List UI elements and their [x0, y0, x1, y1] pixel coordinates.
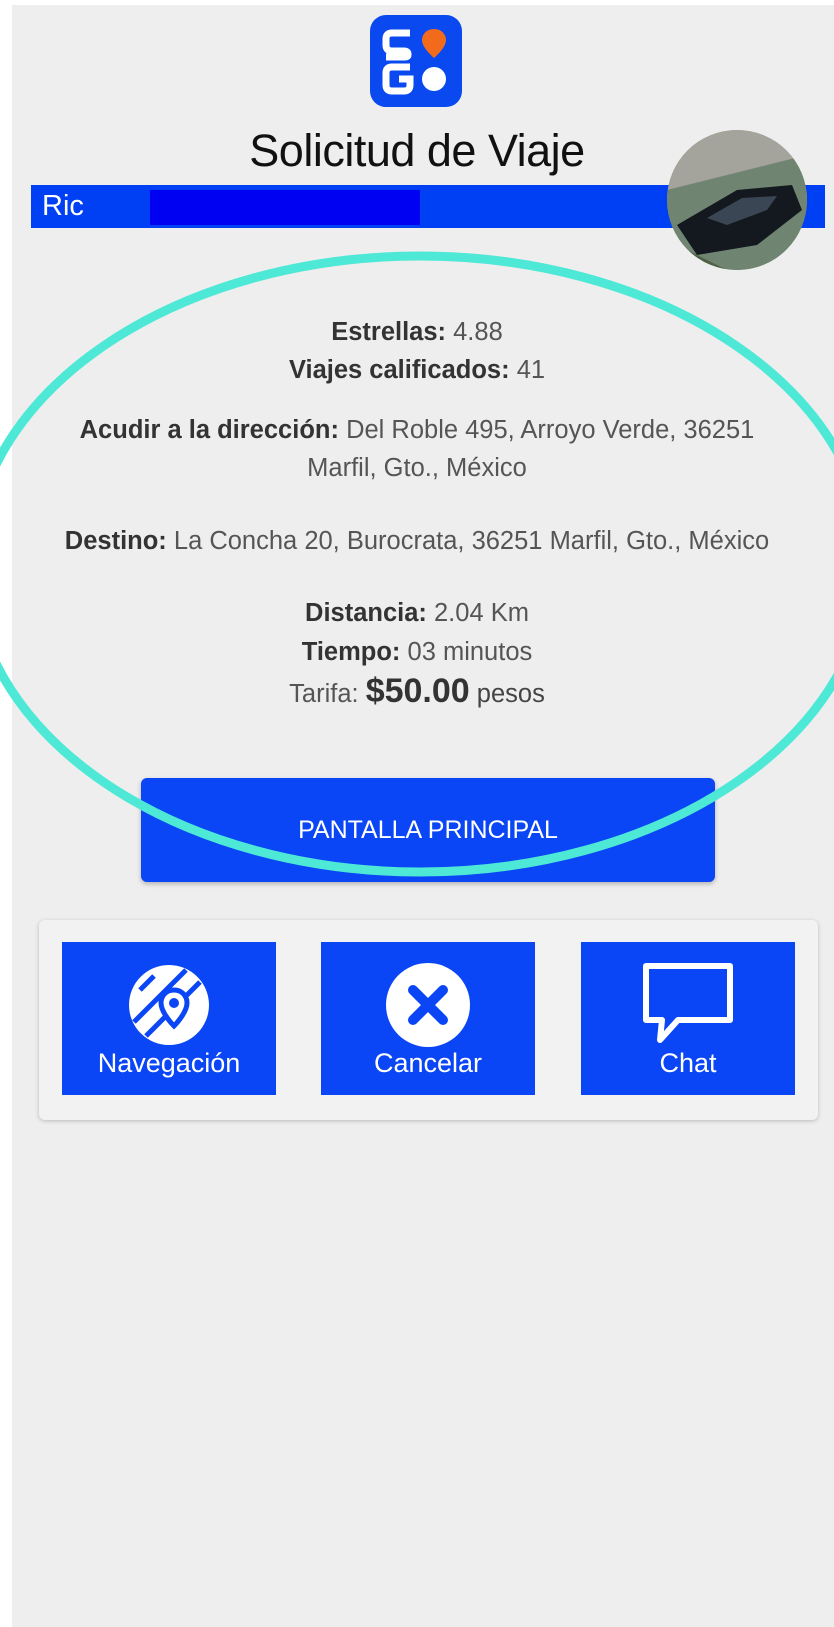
stars-row: Estrellas: 4.88 — [0, 318, 834, 347]
pickup-row: Acudir a la dirección: Del Roble 495, Ar… — [0, 416, 834, 445]
fare-label: Tarifa: — [289, 680, 359, 708]
fare-amount: $50.00 — [365, 672, 470, 710]
main-screen-button[interactable]: PANTALLA PRINCIPAL — [141, 778, 715, 882]
destination-value: La Concha 20, Burocrata, 36251 Marfil, G… — [173, 527, 770, 555]
fare-row: Tarifa: $50.00 pesos — [0, 672, 834, 711]
chat-bubble-icon — [581, 960, 795, 1046]
chat-button[interactable]: Chat — [581, 942, 795, 1095]
pickup-value-line1: Del Roble 495, Arroyo Verde, 36251 — [346, 416, 755, 444]
distance-label: Distancia: — [305, 599, 427, 627]
pickup-row-2: Marfil, Gto., México — [0, 454, 834, 483]
destination-label: Destino: — [64, 527, 167, 555]
rated-trips-row: Viajes calificados: 41 — [0, 356, 834, 385]
navigation-label: Navegación — [97, 1048, 241, 1078]
fare-unit: pesos — [476, 680, 545, 708]
time-value: 03 minutos — [407, 638, 533, 666]
driver-name: Ric — [42, 190, 84, 222]
cancel-button[interactable]: Cancelar — [321, 942, 535, 1095]
car-photo-avatar-icon — [667, 130, 807, 270]
distance-value: 2.04 Km — [434, 599, 529, 627]
map-pin-icon — [62, 960, 276, 1046]
chat-label: Chat — [659, 1048, 717, 1078]
rated-trips-label: Viajes calificados: — [288, 356, 510, 384]
stars-label: Estrellas: — [331, 318, 447, 346]
destination-row: Destino: La Concha 20, Burocrata, 36251 … — [0, 527, 834, 556]
stars-value: 4.88 — [453, 318, 503, 346]
action-panel: Navegación Cancelar Chat — [39, 920, 818, 1120]
distance-row: Distancia: 2.04 Km — [0, 599, 834, 628]
pickup-label: Acudir a la dirección: — [79, 416, 339, 444]
redacted-name-block — [150, 190, 420, 225]
driver-avatar[interactable] — [667, 130, 807, 270]
time-label: Tiempo: — [301, 638, 401, 666]
pickup-value-line2: Marfil, Gto., México — [307, 454, 527, 482]
navigation-button[interactable]: Navegación — [62, 942, 276, 1095]
time-row: Tiempo: 03 minutos — [0, 638, 834, 667]
close-icon — [321, 960, 535, 1047]
sigo-logo-icon — [382, 29, 446, 95]
sigo-logo — [370, 15, 462, 107]
rated-trips-value: 41 — [516, 356, 546, 384]
cancel-label: Cancelar — [373, 1048, 483, 1078]
